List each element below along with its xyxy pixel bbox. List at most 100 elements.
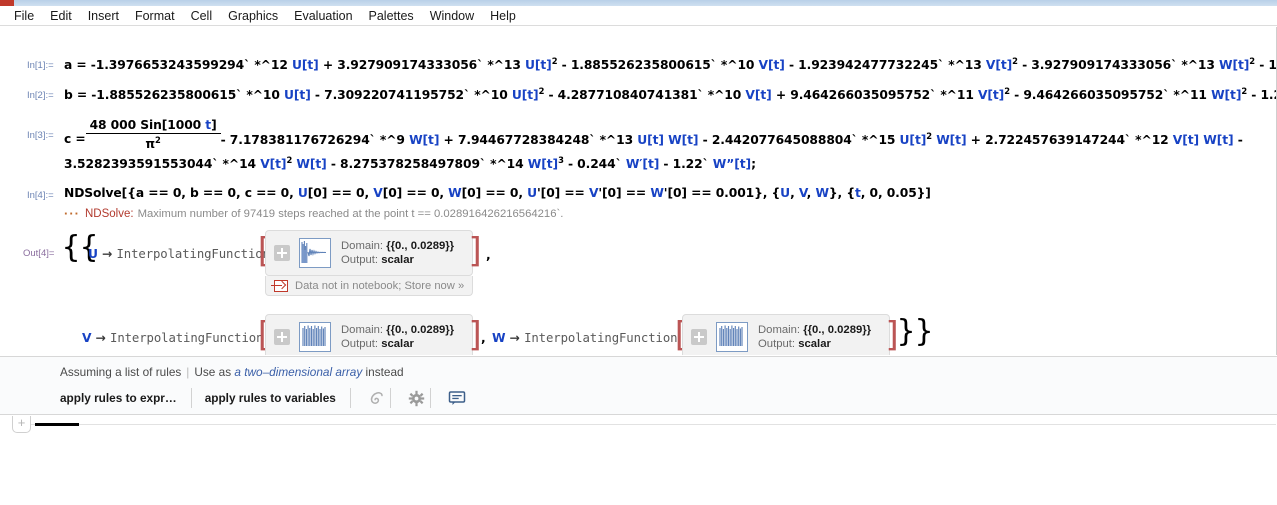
input-cell-1[interactable]: a = -1.3976653243599294` *^12 U[t] + 3.9… bbox=[64, 56, 1276, 73]
notebook-canvas[interactable]: In[1]:= a = -1.3976653243599294` *^12 U[… bbox=[0, 27, 1277, 355]
in-label-4: In[4]:= bbox=[27, 190, 54, 201]
expand-plus-icon-u[interactable] bbox=[274, 245, 290, 261]
in-label-1: In[1]:= bbox=[27, 60, 54, 71]
rule-v-arrow: → bbox=[95, 331, 106, 345]
if-meta-v: Domain: {{0., 0.0289}} Output: scalar bbox=[341, 323, 454, 351]
input-cell-2[interactable]: b = -1.885526235800615` *^10 U[t] - 7.30… bbox=[64, 86, 1276, 103]
action-divider-4 bbox=[429, 388, 431, 408]
coef-1-2: 3.927909174333056` *^13 bbox=[337, 58, 525, 73]
ndsolve-p11: , 0, 0.05}] bbox=[860, 186, 931, 200]
out-label-4: Out[4]= bbox=[23, 248, 55, 259]
interpolating-function-panel-v[interactable]: Domain: {{0., 0.0289}} Output: scalar Da… bbox=[265, 314, 473, 355]
menu-item-format[interactable]: Format bbox=[127, 7, 183, 25]
interpolating-function-panel-u[interactable]: Domain: {{0., 0.0289}} Output: scalar Da… bbox=[265, 230, 473, 296]
ndsolve-p2: [0] == 0, bbox=[307, 186, 374, 200]
insert-cell-plus-button[interactable]: + bbox=[12, 416, 31, 433]
op-3-5: + bbox=[966, 132, 986, 147]
var-w-dd: Wˮ[t] bbox=[712, 157, 752, 172]
var-u-1: U[t] bbox=[291, 58, 319, 73]
coef-1-3: 1.885526235800615` *^10 bbox=[570, 58, 759, 73]
if-domain-row-u: Domain: {{0., 0.0289}} bbox=[341, 239, 454, 253]
menu-item-help[interactable]: Help bbox=[482, 7, 524, 25]
if-output-row-u: Output: scalar bbox=[341, 253, 454, 267]
rule-w-label: W → InterpolatingFunction bbox=[492, 331, 678, 345]
insert-cell-cursor bbox=[35, 423, 79, 426]
op-2-5: - bbox=[1009, 88, 1024, 103]
power-3-6: 2 bbox=[286, 155, 293, 165]
insert-cell-line[interactable] bbox=[31, 424, 1276, 425]
feedback-icon[interactable] bbox=[444, 387, 470, 409]
op-3-9: - bbox=[659, 157, 673, 172]
suggestion-actions: apply rules to expr… apply rules to vari… bbox=[60, 387, 470, 409]
out-comma-1: , bbox=[486, 248, 491, 262]
coef-2-4: 9.464266035095752` *^11 bbox=[790, 88, 978, 103]
sparkline-thumbnail-v[interactable] bbox=[299, 322, 331, 352]
var-w-5: W[t] bbox=[936, 132, 967, 147]
interpolating-function-panel-w[interactable]: Domain: {{0., 0.0289}} Output: scalar Da… bbox=[682, 314, 890, 355]
sparkline-thumbnail-w[interactable] bbox=[716, 322, 748, 352]
action-divider-3 bbox=[389, 388, 391, 408]
ndsolve-warning-message: ··· NDSolve: Maximum number of 97419 ste… bbox=[64, 207, 564, 220]
ndsolve-p3: [0] == 0, bbox=[382, 186, 449, 200]
menu-item-cell[interactable]: Cell bbox=[183, 7, 221, 25]
menu-item-evaluation[interactable]: Evaluation bbox=[286, 7, 360, 25]
message-dots-icon[interactable]: ··· bbox=[64, 207, 80, 220]
if-store-bar-u[interactable]: Data not in notebook; Store now » bbox=[265, 276, 473, 296]
menu-item-palettes[interactable]: Palettes bbox=[361, 7, 422, 25]
sparkline-thumbnail-u[interactable] bbox=[299, 238, 331, 268]
if-domain-label-w: Domain: bbox=[758, 324, 801, 336]
if-panel-body-v[interactable]: Domain: {{0., 0.0289}} Output: scalar bbox=[265, 314, 473, 355]
if-meta-w: Domain: {{0., 0.0289}} Output: scalar bbox=[758, 323, 871, 351]
wolfram-spiral-icon[interactable] bbox=[364, 387, 390, 409]
message-text: Maximum number of 97419 steps reached at… bbox=[137, 208, 564, 220]
var-w-4: W[t] bbox=[668, 132, 699, 147]
menu-item-window[interactable]: Window bbox=[422, 7, 482, 25]
input-cell-4[interactable]: NDSolve[{a == 0, b == 0, c == 0, U[0] ==… bbox=[64, 186, 931, 200]
var-w-1: W[t] bbox=[1219, 58, 1250, 73]
expand-plus-icon-v[interactable] bbox=[274, 329, 290, 345]
terminator-3: ; bbox=[751, 157, 756, 172]
if-output-label-u: Output: bbox=[341, 254, 379, 266]
expand-plus-icon-w[interactable] bbox=[691, 329, 707, 345]
suggestion-bar: Assuming a list of rules | Use as a two–di… bbox=[0, 356, 1277, 415]
out-comma-2: , bbox=[481, 331, 486, 345]
sin-function: Sin[1000 bbox=[140, 118, 206, 132]
menu-item-file[interactable]: File bbox=[6, 7, 42, 25]
cell-insertion-row[interactable]: + bbox=[0, 416, 1277, 446]
rule-v-var: V bbox=[82, 331, 92, 345]
var-v-3: V[t] bbox=[745, 88, 772, 103]
apply-rules-to-expression-button[interactable]: apply rules to expr… bbox=[60, 387, 191, 409]
use-as-prefix: Use as bbox=[194, 365, 235, 379]
menu-item-graphics[interactable]: Graphics bbox=[220, 7, 286, 25]
if-panel-body-u[interactable]: Domain: {{0., 0.0289}} Output: scalar bbox=[265, 230, 473, 276]
menu-item-insert[interactable]: Insert bbox=[80, 7, 127, 25]
if-store-label-u[interactable]: Data not in notebook; Store now » bbox=[295, 280, 464, 292]
coef-2-2: 7.309220741195752` *^10 bbox=[324, 88, 512, 103]
input-cell-3-line2[interactable]: 3.5282393591553044` *^14 V[t]2 W[t] - 8.… bbox=[64, 155, 756, 171]
if-domain-row-w: Domain: {{0., 0.0289}} bbox=[758, 323, 871, 337]
store-data-icon-u bbox=[271, 279, 288, 292]
rule-v-label: V → InterpolatingFunction bbox=[82, 331, 263, 345]
menu-item-edit[interactable]: Edit bbox=[42, 7, 80, 25]
ndsolve-p6: '[0] == bbox=[598, 186, 651, 200]
gear-icon[interactable] bbox=[404, 387, 430, 409]
input-cell-3-line1[interactable]: c = 48 000 Sin[1000 t] π2 - 7.17838117672… bbox=[64, 118, 1243, 152]
op-1-6: - bbox=[1255, 58, 1269, 73]
if-output-value-u: scalar bbox=[381, 254, 414, 266]
var-w-6: W[t] bbox=[1203, 132, 1234, 147]
var-u-list: U bbox=[780, 186, 791, 200]
suggestion-assumption: Assuming a list of rules | Use as a two–di… bbox=[60, 365, 404, 379]
rule-u-head: InterpolatingFunction bbox=[116, 247, 270, 261]
var-u-5: U[t] bbox=[637, 132, 664, 147]
var-w-d: W′[t] bbox=[625, 157, 660, 172]
use-as-link[interactable]: a two–dimensional array bbox=[234, 365, 362, 379]
if-panel-body-w[interactable]: Domain: {{0., 0.0289}} Output: scalar bbox=[682, 314, 890, 355]
coef-3-6: 3.5282393591553044` *^14 bbox=[64, 157, 261, 172]
if-domain-value-u: {{0., 0.0289}} bbox=[386, 240, 455, 252]
out-close-braces: }} bbox=[897, 314, 934, 349]
in3-tail-line1: - 7.178381176726294` *^9 W[t] + 7.944677… bbox=[221, 131, 1243, 147]
ndsolve-p8: , bbox=[790, 186, 799, 200]
var-w-3: W[t] bbox=[409, 132, 440, 147]
op-2-4: + bbox=[771, 88, 791, 103]
apply-rules-to-variables-button[interactable]: apply rules to variables bbox=[205, 387, 350, 409]
